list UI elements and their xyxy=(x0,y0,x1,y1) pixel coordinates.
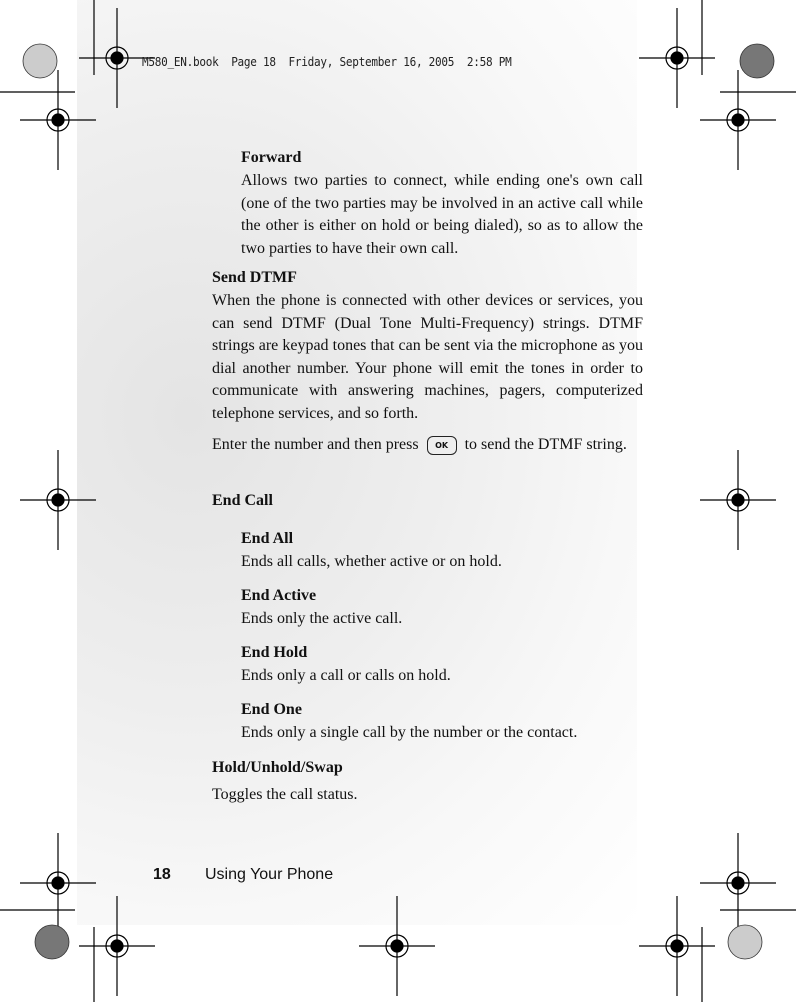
registration-crosshair xyxy=(670,939,684,953)
end-active-text: Ends only the active call. xyxy=(241,610,403,627)
forward-text: Allows two parties to connect, while end… xyxy=(241,172,643,257)
hold-heading: Hold/Unhold/Swap xyxy=(212,759,343,776)
registration-crosshair xyxy=(110,939,124,953)
send-dtmf-heading: Send DTMF xyxy=(212,269,297,286)
end-active-heading: End Active xyxy=(241,587,317,604)
end-hold-heading: End Hold xyxy=(241,644,308,661)
forward-heading: Forward xyxy=(241,149,302,166)
end-all-text: Ends all calls, whether active or on hol… xyxy=(241,553,502,570)
registration-crosshair xyxy=(670,51,684,65)
registration-crosshair xyxy=(731,493,745,507)
ok-key-icon: OK xyxy=(426,435,457,455)
registration-crosshair xyxy=(390,939,404,953)
end-call-heading: End Call xyxy=(212,492,273,509)
registration-crosshair xyxy=(51,876,65,890)
registration-crosshair xyxy=(51,493,65,507)
registration-crosshair xyxy=(110,51,124,65)
end-one-text: Ends only a single call by the number or… xyxy=(241,724,578,741)
end-all-heading: End All xyxy=(241,530,294,547)
registration-crosshair xyxy=(51,113,65,127)
registration-crosshair xyxy=(731,876,745,890)
print-slug: M580_EN.book Page 18 Friday, September 1… xyxy=(142,55,512,69)
end-one-heading: End One xyxy=(241,701,302,718)
end-hold-text: Ends only a call or calls on hold. xyxy=(241,667,451,684)
registration-crosshair xyxy=(731,113,745,127)
footer-section: Using Your Phone xyxy=(205,866,334,883)
instruction-before: Enter the number and then press xyxy=(212,436,419,453)
page-number: 18 xyxy=(153,866,171,883)
hold-text: Toggles the call status. xyxy=(212,786,358,803)
send-dtmf-text: When the phone is connected with other d… xyxy=(212,292,643,422)
instruction-after: to send the DTMF string. xyxy=(464,436,627,453)
send-dtmf-instruction: Enter the number and then press OK to send… xyxy=(212,432,643,458)
